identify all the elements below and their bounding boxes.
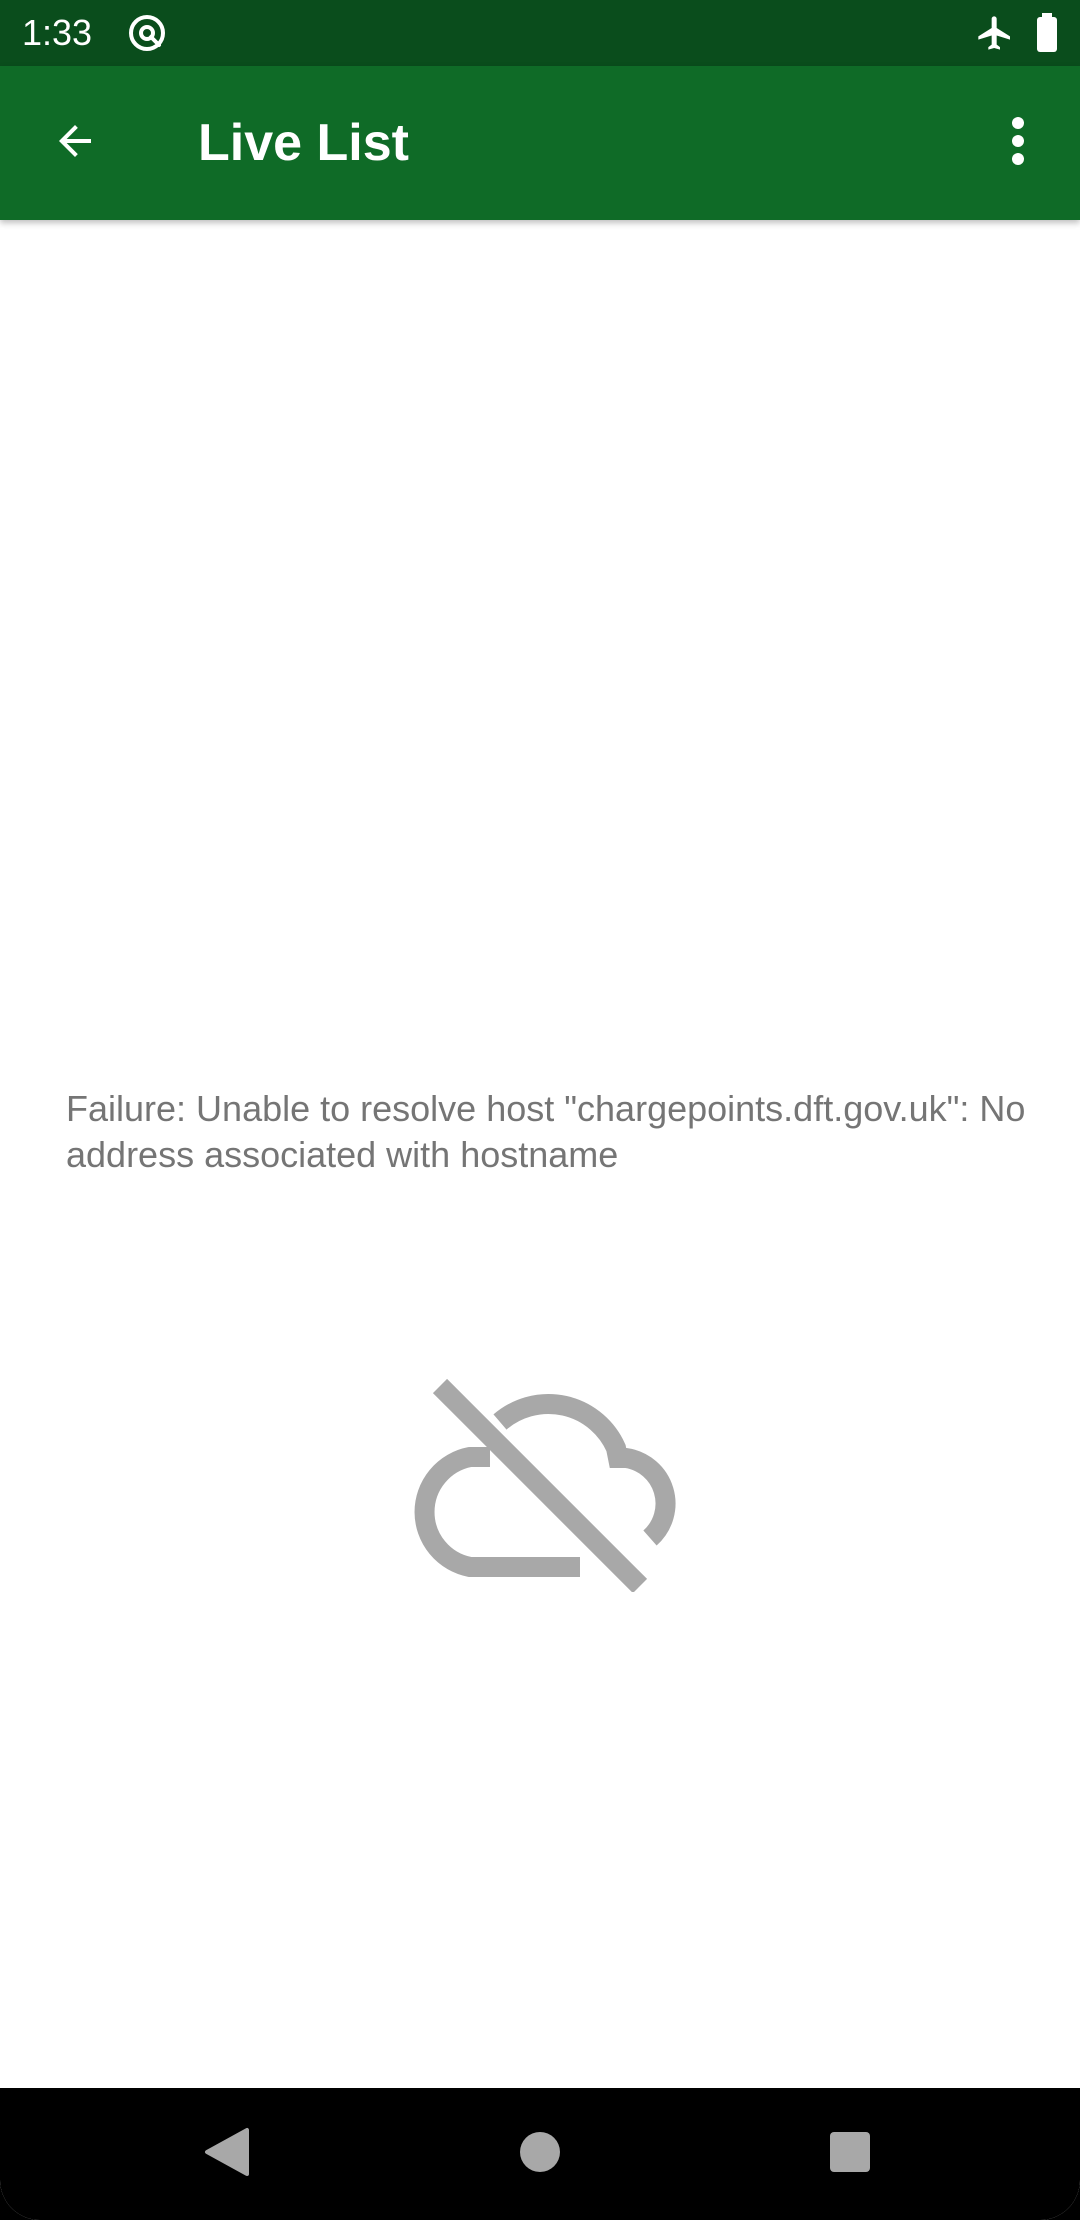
nav-back-button[interactable] (186, 2114, 266, 2194)
back-button[interactable] (34, 109, 116, 177)
battery-full-icon (1032, 10, 1062, 56)
airplane-mode-icon (972, 10, 1018, 56)
at-sign-notification-icon (124, 10, 170, 56)
error-message: Failure: Unable to resolve host "chargep… (66, 1088, 1026, 1175)
recents-square-icon (828, 2130, 872, 2179)
status-bar: 1:33 (0, 0, 1080, 66)
nav-recents-button[interactable] (810, 2114, 890, 2194)
page-title: Live List (198, 114, 409, 172)
arrow-back-icon (51, 117, 99, 170)
app-bar: Live List (0, 66, 1080, 220)
system-navigation-bar (0, 2088, 1080, 2220)
more-vert-icon (1010, 115, 1026, 172)
status-time: 1:33 (22, 12, 93, 53)
back-triangle-icon (201, 2126, 251, 2183)
overflow-menu-button[interactable] (988, 109, 1048, 177)
app-screen: 1:33 Live List Failure: Unable to resolv… (0, 0, 1080, 2220)
nav-home-button[interactable] (500, 2114, 580, 2194)
cloud-off-icon (400, 1378, 680, 1594)
home-circle-icon (518, 2130, 562, 2179)
